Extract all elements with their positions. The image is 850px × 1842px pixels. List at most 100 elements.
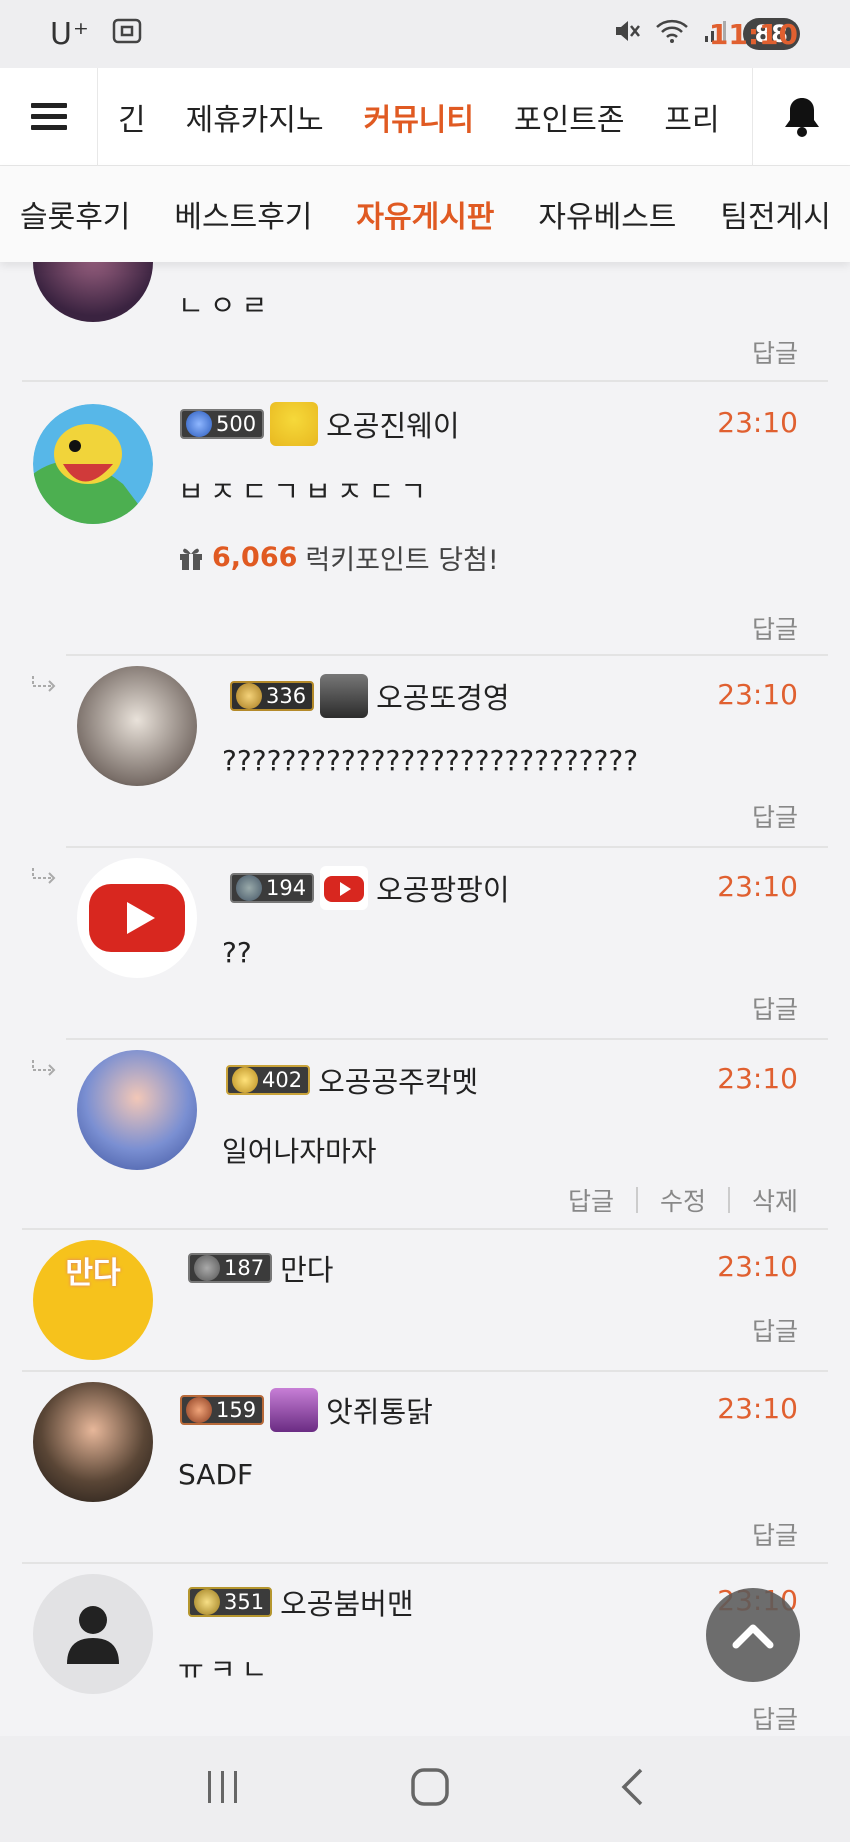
reply-button[interactable]: 답글 <box>752 990 798 1026</box>
sub-tab-free-board[interactable]: 자유게시판 <box>356 192 494 236</box>
comment-meta: 159 앗쥐통닭 <box>180 1388 433 1432</box>
avatar[interactable]: 만다 <box>33 1240 153 1360</box>
sub-tab-slot-review[interactable]: 슬롯후기 <box>20 192 130 236</box>
top-tab-partner-casino[interactable]: 제휴카지노 <box>186 95 324 139</box>
user-icon-image <box>320 674 369 718</box>
level-gem-icon <box>236 875 262 901</box>
home-icon <box>411 1768 449 1806</box>
level-number: 187 <box>224 1256 265 1280</box>
youtube-icon <box>320 866 369 910</box>
comment-text: ㅂㅈㄷㄱㅂㅈㄷㄱ <box>178 475 433 508</box>
comment-actions: 답글 <box>752 1516 798 1552</box>
level-number: 194 <box>266 876 307 900</box>
gift-icon <box>180 548 202 570</box>
nickname[interactable]: 오공붐버맨 <box>280 1581 413 1623</box>
sub-tab-free-best[interactable]: 자유베스트 <box>538 192 676 236</box>
nickname[interactable]: 앗쥐통닭 <box>326 1389 433 1431</box>
top-nav-tabs: 긴 제휴카지노 커뮤니티 포인트존 프리 <box>98 68 752 166</box>
comment-list: ㄴㅇㄹ 답글 500 오공진웨이 23:10 ㅂㅈㄷㄱㅂㅈㄷㄱ 6,066 럭키… <box>0 262 850 1736</box>
scroll-top-button[interactable] <box>706 1588 800 1682</box>
parrot-icon <box>270 402 319 446</box>
sub-navigation: 슬롯후기 베스트후기 자유게시판 자유베스트 팀전게시 <box>0 166 850 262</box>
status-time: 11:10 <box>708 17 798 51</box>
avatar[interactable] <box>77 666 197 786</box>
mute-icon <box>613 18 641 51</box>
top-tab-point-zone[interactable]: 포인트존 <box>514 95 624 139</box>
level-gem-icon <box>194 1255 220 1281</box>
comment-time: 23:10 <box>717 678 798 711</box>
recent-apps-button[interactable] <box>203 1769 243 1809</box>
comment-text: 일어나자마자 <box>222 1135 377 1168</box>
system-navigation-bar <box>0 1736 850 1842</box>
top-tab-community[interactable]: 커뮤니티 <box>364 95 474 139</box>
reply-button[interactable]: 답글 <box>752 1700 798 1736</box>
comment-meta: 336 오공또경영 <box>230 674 510 718</box>
comment-meta: 351 오공붐버맨 <box>188 1580 414 1624</box>
reply-button[interactable]: 답글 <box>752 1516 798 1552</box>
nickname[interactable]: 오공또경영 <box>376 675 509 717</box>
level-badge: 336 <box>230 681 315 711</box>
level-gem-icon <box>232 1067 258 1093</box>
reply-button[interactable]: 답글 <box>752 798 798 834</box>
reply-button[interactable]: 답글 <box>568 1182 614 1218</box>
level-badge: 500 <box>180 409 265 439</box>
level-number: 336 <box>266 684 307 708</box>
top-navigation: 긴 제휴카지노 커뮤니티 포인트존 프리 <box>0 67 850 166</box>
nickname[interactable]: 오공진웨이 <box>326 403 459 445</box>
comment-actions: 답글 <box>752 798 798 834</box>
notification-button[interactable] <box>752 67 850 166</box>
avatar[interactable] <box>77 1050 197 1170</box>
hamburger-icon <box>30 97 67 136</box>
reply-button[interactable]: 답글 <box>752 334 798 370</box>
top-tab-0[interactable]: 긴 <box>118 95 146 139</box>
nickname[interactable]: 오공공주칵멧 <box>318 1059 478 1101</box>
lucky-points: 6,066 <box>212 542 298 573</box>
level-badge: 194 <box>230 873 315 903</box>
comment-time: 23:10 <box>717 406 798 439</box>
comment-text: ㅠㅋㄴ <box>178 1653 274 1686</box>
level-number: 500 <box>216 412 257 436</box>
comment-meta: 402 오공공주칵멧 <box>226 1058 478 1102</box>
reply-arrow-icon <box>30 674 58 700</box>
avatar[interactable] <box>33 1574 153 1694</box>
nickname[interactable]: 오공팡팡이 <box>376 867 509 909</box>
avatar[interactable] <box>33 404 153 524</box>
comment-text: ?? <box>222 936 252 969</box>
screenshot-icon <box>112 17 142 52</box>
sub-tab-team-board[interactable]: 팀전게시 <box>720 192 830 236</box>
avatar[interactable] <box>33 262 153 322</box>
level-gem-icon <box>186 411 212 437</box>
comment-item: ㄴㅇㄹ 답글 <box>0 262 850 380</box>
comment-time: 23:10 <box>717 1250 798 1283</box>
top-tab-free[interactable]: 프리 <box>664 95 719 139</box>
comment-actions: 답글 수정 삭제 <box>568 1182 798 1218</box>
back-button[interactable] <box>617 1767 647 1811</box>
back-icon <box>621 1768 642 1806</box>
level-number: 351 <box>224 1590 265 1614</box>
edit-button[interactable]: 수정 <box>660 1182 706 1218</box>
reply-button[interactable]: 답글 <box>752 610 798 646</box>
level-badge: 187 <box>188 1253 273 1283</box>
menu-button[interactable] <box>0 67 98 166</box>
comment-item: 500 오공진웨이 23:10 ㅂㅈㄷㄱㅂㅈㄷㄱ 6,066 럭키포인트 당첨!… <box>0 382 850 654</box>
status-bar: U⁺ 11:10 88 <box>0 0 850 68</box>
sub-tab-best-review[interactable]: 베스트후기 <box>174 192 312 236</box>
level-number: 159 <box>216 1398 257 1422</box>
comment-meta: 187 만다 <box>188 1246 333 1290</box>
wifi-icon <box>655 18 689 51</box>
comment-actions: 답글 <box>752 610 798 646</box>
nickname[interactable]: 만다 <box>280 1247 333 1289</box>
reply-button[interactable]: 답글 <box>752 1312 798 1348</box>
home-button[interactable] <box>410 1767 450 1811</box>
comment-item: 402 오공공주칵멧 23:10 일어나자마자 답글 수정 삭제 <box>0 1040 850 1228</box>
level-badge: 351 <box>188 1587 273 1617</box>
lucky-point-notice: 6,066 럭키포인트 당첨! <box>178 538 499 577</box>
avatar[interactable] <box>77 858 197 978</box>
comment-item: 336 오공또경영 23:10 ????????????????????????… <box>0 656 850 846</box>
delete-button[interactable]: 삭제 <box>752 1182 798 1218</box>
comment-meta: 500 오공진웨이 <box>180 402 460 446</box>
reply-arrow-icon <box>30 866 58 892</box>
avatar-text: 만다 <box>65 1256 121 1291</box>
level-gem-icon <box>236 683 262 709</box>
avatar[interactable] <box>33 1382 153 1502</box>
